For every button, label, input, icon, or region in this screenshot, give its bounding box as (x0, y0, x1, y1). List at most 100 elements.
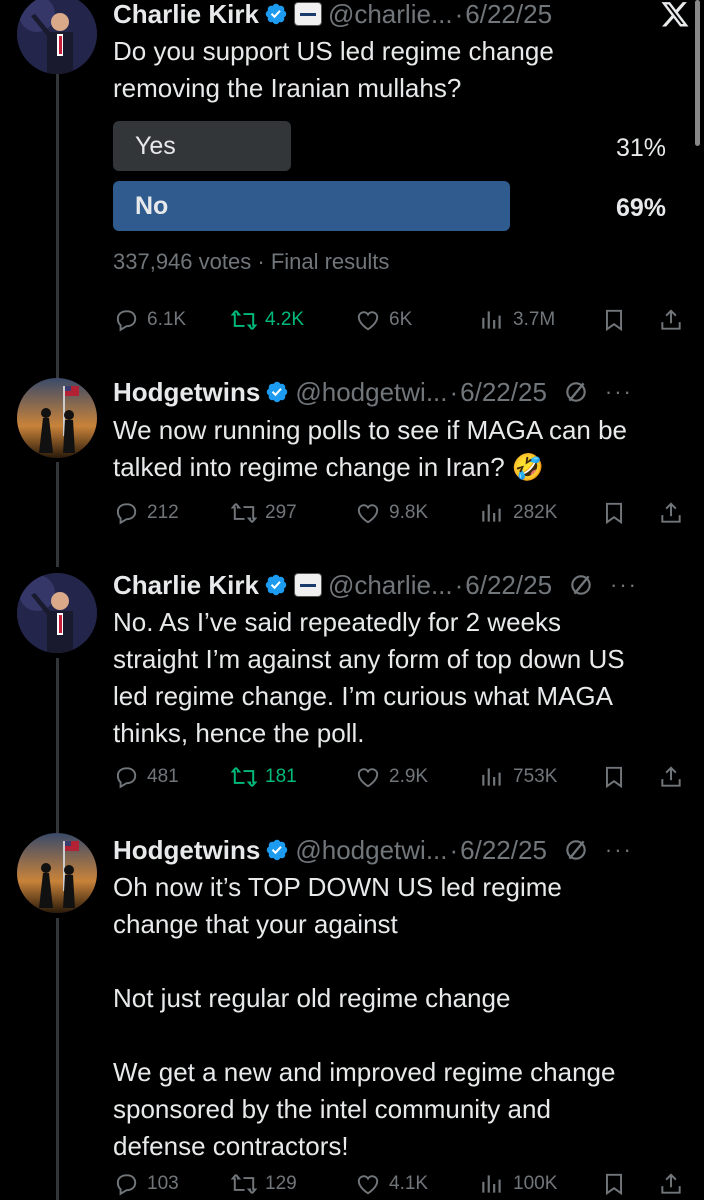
like-icon (355, 500, 381, 526)
reply-count: 481 (147, 766, 179, 787)
poll-option-percent: 31% (615, 134, 666, 162)
share-button[interactable] (658, 498, 684, 528)
separator: · (454, 569, 464, 600)
like-button[interactable]: 2.9K (355, 762, 428, 792)
views-button[interactable]: 753K (479, 762, 557, 792)
handle[interactable]: @charlie... (328, 0, 453, 30)
timestamp[interactable]: 6/22/25 (465, 570, 552, 601)
more-icon[interactable]: ··· (610, 572, 638, 598)
bookmark-button[interactable] (601, 305, 627, 335)
share-icon (658, 307, 684, 333)
timestamp[interactable]: 6/22/25 (465, 0, 552, 30)
repost-button[interactable]: 4.2K (231, 305, 304, 335)
view-count: 282K (513, 502, 558, 523)
reply-icon (113, 764, 139, 790)
bookmark-button[interactable] (601, 498, 627, 528)
like-count: 4.1K (389, 1173, 429, 1194)
reply-count: 212 (147, 502, 179, 523)
action-bar: 6.1K 4.2K 6K 3.7M (113, 305, 688, 335)
reply-icon (113, 1171, 139, 1197)
repost-count: 297 (265, 502, 297, 523)
repost-button[interactable]: 297 (231, 498, 297, 528)
share-button[interactable] (658, 762, 684, 792)
action-bar: 103 129 4.1K 100K (113, 1169, 688, 1199)
share-button[interactable] (658, 305, 684, 335)
share-icon (658, 1171, 684, 1197)
bookmark-button[interactable] (601, 762, 627, 792)
repost-icon (231, 764, 257, 790)
handle[interactable]: @hodgetwi... (295, 377, 447, 408)
repost-button[interactable]: 181 (231, 762, 297, 792)
avatar[interactable] (17, 573, 97, 653)
verified-badge-icon (264, 573, 288, 597)
poll-vote-count: 337,946 votes (113, 249, 252, 274)
display-name[interactable]: Charlie Kirk (113, 0, 259, 30)
avatar[interactable] (17, 0, 97, 74)
share-button[interactable] (658, 1169, 684, 1199)
repost-icon (231, 1171, 257, 1197)
like-icon (355, 307, 381, 333)
share-icon (658, 764, 684, 790)
handle[interactable]: @charlie... (328, 570, 453, 601)
affiliation-badge[interactable] (293, 2, 322, 26)
bookmark-icon (601, 500, 627, 526)
reply-button[interactable]: 481 (113, 762, 179, 792)
poll-option-label: Yes (135, 131, 176, 160)
like-count: 6K (389, 309, 413, 330)
repost-count: 4.2K (265, 309, 305, 330)
bookmark-icon (601, 764, 627, 790)
bookmark-icon (601, 307, 627, 333)
separator: · (449, 376, 459, 407)
reply-button[interactable]: 212 (113, 498, 179, 528)
tweet[interactable]: Charlie Kirk @charlie... · 6/22/25 Do yo… (0, 0, 704, 345)
separator: · (454, 0, 464, 29)
views-icon (479, 764, 505, 790)
display-name[interactable]: Hodgetwins (113, 835, 260, 866)
timestamp[interactable]: 6/22/25 (460, 835, 547, 866)
more-icon[interactable]: ··· (605, 379, 633, 405)
more-icon[interactable]: ··· (605, 837, 633, 863)
poll-option-bar: No (113, 181, 510, 231)
views-button[interactable]: 3.7M (479, 305, 555, 335)
affiliation-badge[interactable] (293, 573, 322, 597)
tweet-text: Oh now it’s TOP DOWN US led regime chang… (113, 872, 616, 1161)
display-name[interactable]: Hodgetwins (113, 377, 260, 408)
timestamp[interactable]: 6/22/25 (460, 377, 547, 408)
reply-button[interactable]: 103 (113, 1169, 179, 1199)
bookmark-button[interactable] (601, 1169, 627, 1199)
reply-icon (113, 307, 139, 333)
handle[interactable]: @hodgetwi... (295, 835, 447, 866)
verified-badge-icon (264, 2, 288, 26)
grok-icon[interactable] (568, 572, 594, 598)
grok-icon[interactable] (563, 837, 589, 863)
like-button[interactable]: 9.8K (355, 498, 428, 528)
x-logo-icon[interactable] (660, 0, 690, 29)
avatar[interactable] (17, 833, 97, 913)
reply-button[interactable]: 6.1K (113, 305, 186, 335)
views-icon (479, 1171, 505, 1197)
share-icon (658, 500, 684, 526)
verified-badge-icon (265, 838, 289, 862)
avatar[interactable] (17, 378, 97, 458)
reply-count: 6.1K (147, 309, 187, 330)
like-button[interactable]: 6K (355, 305, 412, 335)
views-button[interactable]: 100K (479, 1169, 557, 1199)
like-count: 2.9K (389, 766, 429, 787)
tweet-text: We now running polls to see if MAGA can … (113, 415, 628, 482)
verified-badge-icon (265, 380, 289, 404)
tweet[interactable]: Hodgetwins @hodgetwi... · 6/22/25 ··· We… (0, 370, 704, 530)
grok-icon[interactable] (563, 379, 589, 405)
action-bar: 212 297 9.8K 282K (113, 498, 688, 528)
like-icon (355, 1171, 381, 1197)
like-button[interactable]: 4.1K (355, 1169, 428, 1199)
action-bar: 481 181 2.9K 753K (113, 762, 688, 792)
tweet[interactable]: Hodgetwins @hodgetwi... · 6/22/25 ··· Oh… (0, 825, 704, 1200)
like-count: 9.8K (389, 502, 429, 523)
repost-icon (231, 307, 257, 333)
display-name[interactable]: Charlie Kirk (113, 570, 259, 601)
repost-button[interactable]: 129 (231, 1169, 297, 1199)
tweet[interactable]: Charlie Kirk @charlie... · 6/22/25 ··· N… (0, 565, 704, 795)
views-icon (479, 500, 505, 526)
like-icon (355, 764, 381, 790)
views-button[interactable]: 282K (479, 498, 557, 528)
